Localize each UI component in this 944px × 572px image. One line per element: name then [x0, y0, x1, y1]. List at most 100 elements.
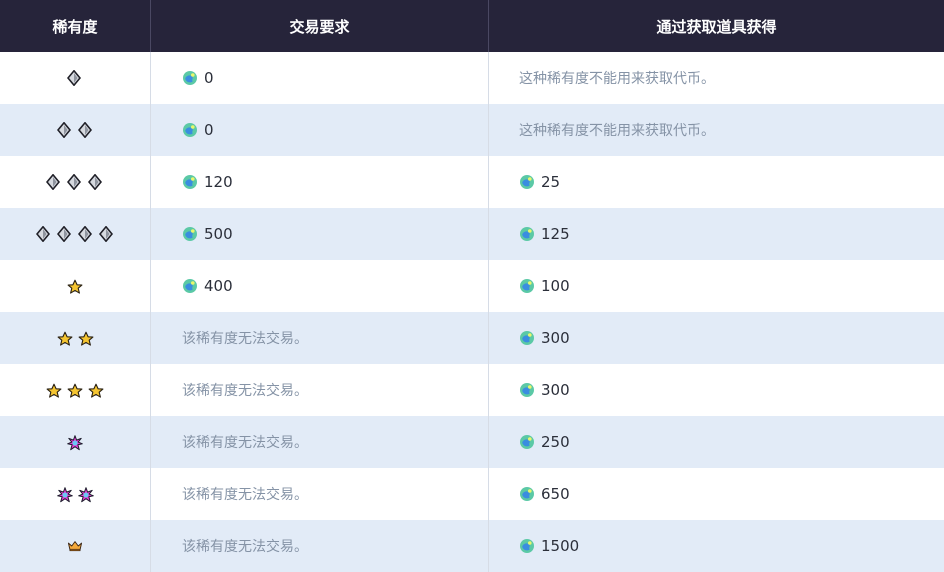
star-icon	[46, 382, 62, 398]
obtain-cell: 1500	[489, 520, 944, 572]
diamond-icon	[88, 174, 104, 190]
token-coin-icon	[182, 174, 198, 190]
token-coin-icon	[519, 330, 535, 346]
obtain-value: 100	[541, 277, 570, 295]
obtain-cell: 650	[489, 468, 944, 520]
table-row: 120 25	[0, 156, 944, 208]
token-coin-icon	[519, 382, 535, 398]
trade-cell: 0	[151, 104, 489, 156]
rarity-symbols	[67, 70, 83, 86]
table-body: 0 这种稀有度不能用来获取代币。 0 这种稀有度不能用来获取代币。 120 25 500 12…	[0, 52, 944, 572]
obtain-value: 125	[541, 225, 570, 243]
star-icon	[67, 382, 83, 398]
trade-value: 500	[204, 225, 233, 243]
trade-cell: 400	[151, 260, 489, 312]
trade-cell: 该稀有度无法交易。	[151, 468, 489, 520]
table-row: 该稀有度无法交易。 300	[0, 312, 944, 364]
rarity-cell	[0, 312, 151, 364]
table-row: 0 这种稀有度不能用来获取代币。	[0, 52, 944, 104]
trade-cell: 该稀有度无法交易。	[151, 416, 489, 468]
diamond-icon	[77, 226, 94, 242]
token-coin-icon	[519, 486, 535, 502]
trade-note: 该稀有度无法交易。	[182, 539, 308, 555]
diamond-icon	[67, 174, 83, 190]
table-row: 该稀有度无法交易。 250	[0, 416, 944, 468]
obtain-value: 250	[541, 433, 570, 451]
rarity-cell	[0, 468, 151, 520]
shiny-icon	[77, 486, 94, 503]
obtain-cell: 25	[489, 156, 944, 208]
rarity-symbols	[46, 174, 104, 190]
trade-cell: 该稀有度无法交易。	[151, 312, 489, 364]
rarity-symbols	[67, 434, 83, 451]
rarity-symbols	[67, 538, 83, 554]
obtain-value: 300	[541, 329, 570, 347]
trade-value: 0	[204, 69, 214, 87]
trade-cell: 该稀有度无法交易。	[151, 520, 489, 572]
token-coin-icon	[519, 434, 535, 450]
rarity-symbols	[35, 226, 115, 242]
obtain-note: 这种稀有度不能用来获取代币。	[519, 123, 715, 139]
token-coin-icon	[519, 278, 535, 294]
diamond-icon	[46, 174, 62, 190]
obtain-cell: 这种稀有度不能用来获取代币。	[489, 104, 944, 156]
crown-icon	[67, 538, 83, 554]
trade-value: 400	[204, 277, 233, 295]
trade-cell: 500	[151, 208, 489, 260]
rarity-table: 稀有度 交易要求 通过获取道具获得 0 这种稀有度不能用来获取代币。 0 这种稀有度不…	[0, 0, 944, 572]
token-coin-icon	[182, 226, 198, 242]
rarity-cell	[0, 52, 151, 104]
obtain-cell: 这种稀有度不能用来获取代币。	[489, 52, 944, 104]
rarity-symbols	[57, 330, 94, 346]
diamond-icon	[35, 226, 52, 242]
rarity-cell	[0, 416, 151, 468]
obtain-cell: 300	[489, 364, 944, 416]
token-coin-icon	[182, 70, 198, 86]
trade-cell: 120	[151, 156, 489, 208]
rarity-symbols	[46, 382, 104, 398]
shiny-icon	[67, 434, 83, 451]
diamond-icon	[67, 70, 83, 86]
rarity-symbols	[56, 122, 94, 138]
table-row: 400 100	[0, 260, 944, 312]
rarity-cell	[0, 364, 151, 416]
obtain-value: 650	[541, 485, 570, 503]
star-icon	[57, 330, 73, 346]
rarity-cell	[0, 104, 151, 156]
obtain-note: 这种稀有度不能用来获取代币。	[519, 71, 715, 87]
obtain-cell: 100	[489, 260, 944, 312]
trade-cell: 该稀有度无法交易。	[151, 364, 489, 416]
rarity-symbols	[67, 278, 83, 294]
token-coin-icon	[519, 226, 535, 242]
table-row: 该稀有度无法交易。 1500	[0, 520, 944, 572]
obtain-cell: 300	[489, 312, 944, 364]
table-row: 该稀有度无法交易。 650	[0, 468, 944, 520]
rarity-symbols	[56, 486, 94, 503]
star-icon	[78, 330, 94, 346]
diamond-icon	[77, 122, 94, 138]
token-coin-icon	[182, 122, 198, 138]
obtain-cell: 125	[489, 208, 944, 260]
token-coin-icon	[182, 278, 198, 294]
rarity-cell	[0, 520, 151, 572]
table-row: 500 125	[0, 208, 944, 260]
trade-note: 该稀有度无法交易。	[182, 435, 308, 451]
star-icon	[88, 382, 104, 398]
obtain-cell: 250	[489, 416, 944, 468]
trade-note: 该稀有度无法交易。	[182, 331, 308, 347]
shiny-icon	[56, 486, 73, 503]
rarity-cell	[0, 156, 151, 208]
trade-note: 该稀有度无法交易。	[182, 487, 308, 503]
obtain-value: 300	[541, 381, 570, 399]
header-trade-requirement: 交易要求	[151, 0, 489, 52]
obtain-value: 25	[541, 173, 561, 191]
trade-cell: 0	[151, 52, 489, 104]
star-icon	[67, 278, 83, 294]
rarity-cell	[0, 260, 151, 312]
header-rarity: 稀有度	[0, 0, 151, 52]
diamond-icon	[56, 226, 73, 242]
trade-value: 120	[204, 173, 233, 191]
trade-note: 该稀有度无法交易。	[182, 383, 308, 399]
obtain-value: 1500	[541, 537, 580, 555]
table-header: 稀有度 交易要求 通过获取道具获得	[0, 0, 944, 52]
